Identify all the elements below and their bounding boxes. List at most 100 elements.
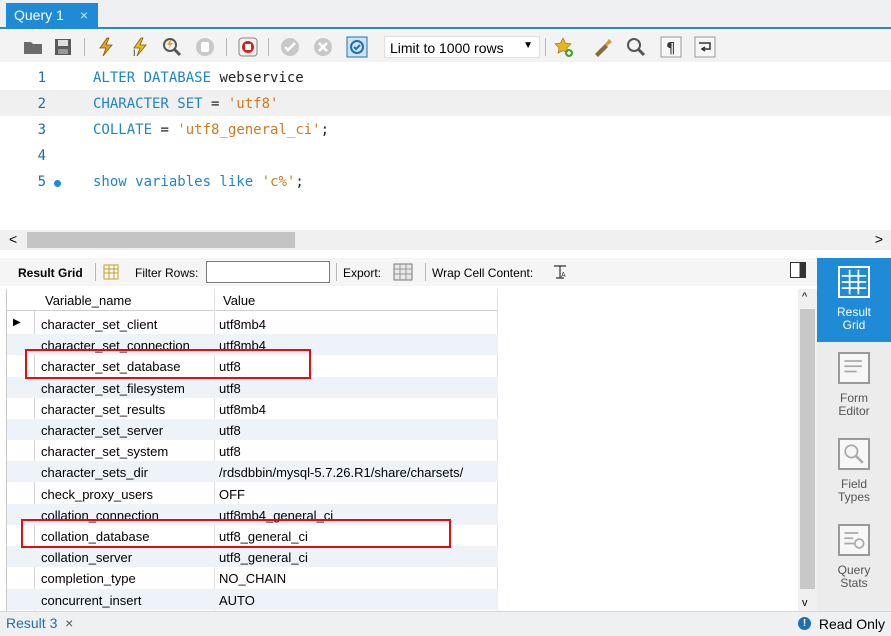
cell-value[interactable]: NO_CHAIN xyxy=(219,571,286,586)
cell-variable-name[interactable]: character_set_server xyxy=(41,423,163,438)
beautify-icon[interactable] xyxy=(592,36,614,58)
scroll-right-icon[interactable]: > xyxy=(875,231,883,247)
filter-rows-input[interactable] xyxy=(206,261,330,283)
side-item-field-types[interactable]: Field Types xyxy=(817,430,891,514)
svg-text:A: A xyxy=(561,272,566,279)
side-item-label: Field Types xyxy=(837,477,870,504)
cell-variable-name[interactable]: collation_server xyxy=(41,550,132,565)
sql-editor[interactable]: 1 ALTER DATABASE webservice 2 CHARACTER … xyxy=(0,62,891,232)
cell-variable-name[interactable]: character_set_client xyxy=(41,317,157,332)
scroll-thumb[interactable] xyxy=(27,232,295,248)
line-number: 5 xyxy=(37,174,46,190)
close-result-tab-icon[interactable]: × xyxy=(65,615,73,631)
save-icon[interactable] xyxy=(52,36,74,58)
toolbar-separator xyxy=(425,263,426,281)
scroll-left-icon[interactable]: < xyxy=(9,231,17,247)
code-text: show variables like 'c%'; xyxy=(93,174,304,190)
limit-rows-select[interactable]: Limit to 1000 rows ▼ xyxy=(384,36,540,58)
info-icon: ! xyxy=(798,617,811,630)
result-grid-label: Result Grid xyxy=(18,266,83,280)
table-row[interactable]: collation_server utf8_general_ci xyxy=(7,546,498,568)
cell-value[interactable]: AUTO xyxy=(219,593,255,608)
statement-marker-icon xyxy=(54,180,61,187)
current-row-icon: ▶ xyxy=(13,317,21,328)
tab-result-3[interactable]: Result 3 × xyxy=(6,615,73,631)
toggle-panel-icon[interactable] xyxy=(790,262,806,278)
toolbar-separator xyxy=(336,263,337,281)
add-snippet-icon[interactable] xyxy=(553,36,575,58)
cell-value[interactable]: utf8 xyxy=(219,381,241,396)
code-line-2: 2 CHARACTER SET = 'utf8' xyxy=(0,90,891,116)
invisible-chars-icon[interactable]: ¶ xyxy=(660,36,682,58)
tab-query-1[interactable]: Query 1 × xyxy=(6,3,98,29)
grid-layout-icon[interactable] xyxy=(103,264,119,280)
explain-icon[interactable] xyxy=(161,36,183,58)
table-row[interactable]: concurrent_insert AUTO xyxy=(7,588,498,610)
table-row[interactable]: check_proxy_users OFF xyxy=(7,483,498,504)
line-number: 1 xyxy=(37,70,46,86)
query-stats-icon xyxy=(838,524,870,556)
cell-value[interactable]: utf8 xyxy=(219,444,241,459)
cell-variable-name[interactable]: completion_type xyxy=(41,571,136,586)
execute-current-icon[interactable]: I xyxy=(129,36,151,58)
side-item-form-editor[interactable]: Form Editor xyxy=(817,344,891,428)
wrap-lines-icon[interactable] xyxy=(694,36,716,58)
tab-label: Query 1 xyxy=(14,7,64,23)
svg-text:I: I xyxy=(133,48,136,58)
side-item-query-stats[interactable]: Query Stats xyxy=(817,516,891,600)
line-number: 4 xyxy=(37,148,46,164)
limit-rows-value: Limit to 1000 rows xyxy=(390,40,504,56)
export-icon[interactable] xyxy=(393,262,415,282)
execute-icon[interactable] xyxy=(95,36,117,58)
grid-vertical-scrollbar[interactable]: ^ v xyxy=(798,289,817,611)
scroll-up-icon[interactable]: ^ xyxy=(802,291,807,303)
cell-variable-name[interactable]: character_sets_dir xyxy=(41,465,148,480)
sql-editor-toolbar: I Limit to 1000 rows ▼ ¶ xyxy=(0,31,891,62)
cell-value[interactable]: utf8_general_ci xyxy=(219,550,308,565)
line-number: 3 xyxy=(37,122,46,138)
code-text: ALTER DATABASE webservice xyxy=(93,70,304,86)
stop-icon[interactable] xyxy=(194,36,216,58)
scroll-thumb[interactable] xyxy=(800,309,815,589)
cell-value[interactable]: utf8mb4 xyxy=(219,402,266,417)
filter-rows-label: Filter Rows: xyxy=(135,266,199,280)
autocommit-icon[interactable] xyxy=(346,36,368,58)
column-header-variable-name[interactable]: Variable_name xyxy=(45,293,131,308)
table-row[interactable]: character_set_results utf8mb4 xyxy=(7,398,498,419)
wrap-cell-icon[interactable]: A xyxy=(552,265,568,279)
rollback-icon[interactable] xyxy=(312,36,334,58)
scroll-down-icon[interactable]: v xyxy=(802,597,808,609)
code-line-4: 4 xyxy=(0,142,891,168)
cell-value[interactable]: OFF xyxy=(219,487,245,502)
column-header-value[interactable]: Value xyxy=(223,293,255,308)
find-icon[interactable] xyxy=(625,36,647,58)
toggle-errors-icon[interactable] xyxy=(237,36,259,58)
cell-variable-name[interactable]: character_set_filesystem xyxy=(41,381,185,396)
chevron-down-icon: ▼ xyxy=(523,40,533,51)
cell-value[interactable]: /rdsdbbin/mysql-5.7.26.R1/share/charsets… xyxy=(219,465,463,480)
table-row[interactable]: ▶ character_set_client utf8mb4 xyxy=(7,313,498,334)
result-side-panel: Result Grid Form Editor Field Types Query St… xyxy=(817,258,891,611)
code-line-5: 5 show variables like 'c%'; xyxy=(0,168,891,194)
toolbar-separator xyxy=(84,38,85,56)
table-row[interactable]: character_sets_dir/rdsdbbin/mysql-5.7.26… xyxy=(7,461,498,483)
cell-value[interactable]: utf8mb4 xyxy=(219,317,266,332)
cell-variable-name[interactable]: character_set_results xyxy=(41,402,165,417)
close-tab-icon[interactable]: × xyxy=(80,7,88,23)
cell-value[interactable]: utf8 xyxy=(219,423,241,438)
commit-icon[interactable] xyxy=(279,36,301,58)
editor-horizontal-scrollbar[interactable]: < > xyxy=(0,230,891,250)
table-row[interactable]: character_set_filesystem utf8 xyxy=(7,376,498,398)
open-folder-icon[interactable] xyxy=(22,36,44,58)
highlight-box-collation-database xyxy=(21,519,451,548)
table-row[interactable]: character_set_server utf8 xyxy=(7,419,498,440)
read-only-label: Read Only xyxy=(818,616,885,632)
cell-variable-name[interactable]: check_proxy_users xyxy=(41,487,153,502)
table-row[interactable]: completion_type NO_CHAIN xyxy=(7,567,498,588)
cell-variable-name[interactable]: character_set_system xyxy=(41,444,168,459)
side-item-result-grid[interactable]: Result Grid xyxy=(817,258,891,342)
table-row[interactable]: character_set_system utf8 xyxy=(7,440,498,461)
cell-variable-name[interactable]: concurrent_insert xyxy=(41,593,141,608)
side-item-label: Query Stats xyxy=(837,563,871,590)
toolbar-separator xyxy=(545,38,546,56)
